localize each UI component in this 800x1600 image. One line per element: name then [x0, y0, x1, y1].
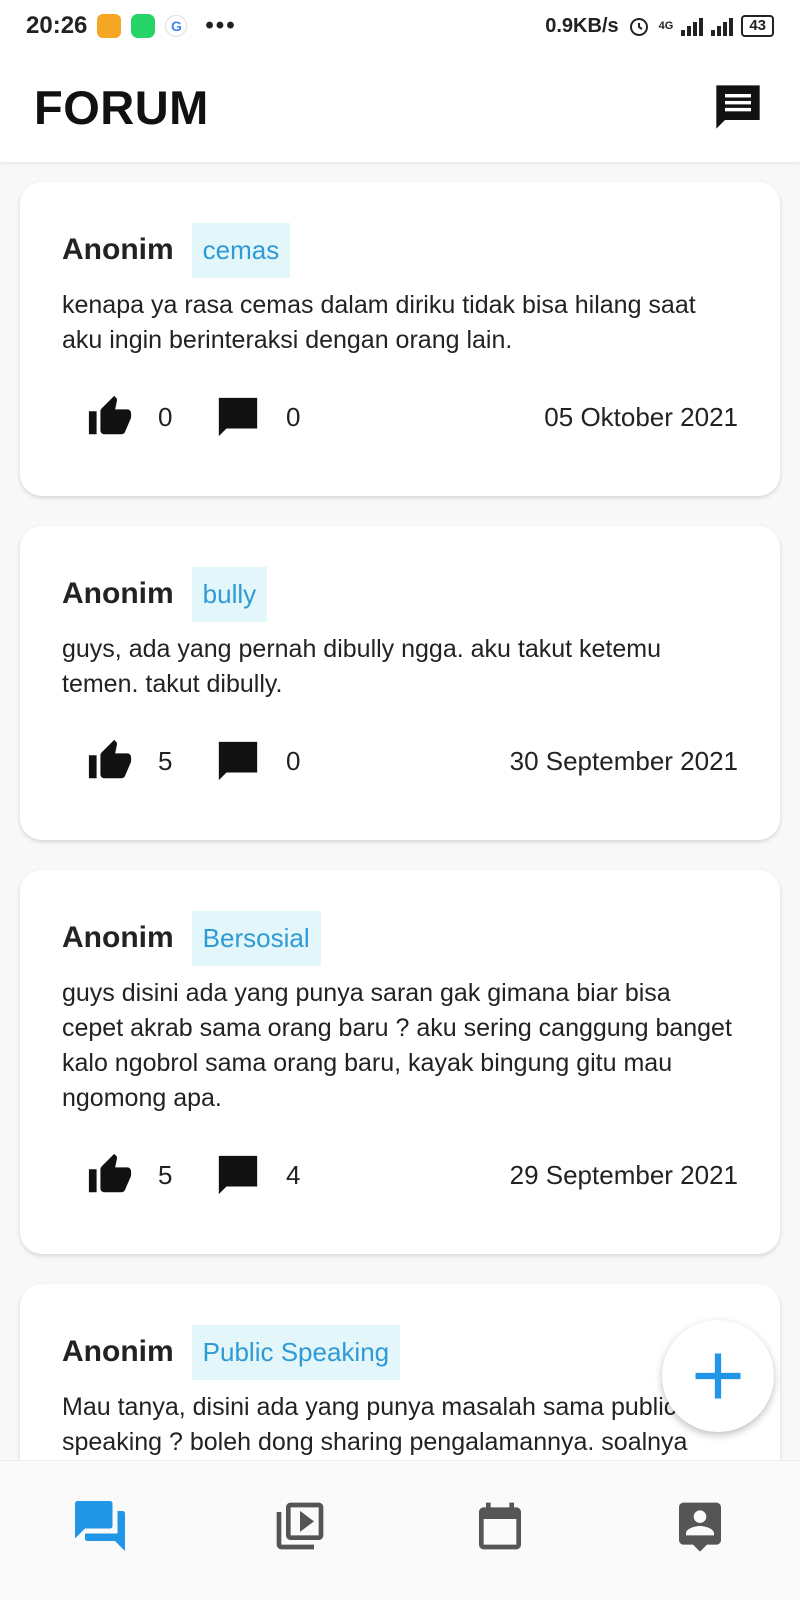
forum-icon	[75, 1500, 125, 1551]
post-feed[interactable]: Anonim cemas kenapa ya rasa cemas dalam …	[0, 162, 800, 1460]
post-body: kenapa ya rasa cemas dalam diriku tidak …	[62, 291, 696, 354]
nav-contact[interactable]	[655, 1481, 745, 1571]
bottom-navigation	[0, 1460, 800, 1600]
messages-notification-icon	[97, 14, 122, 38]
post-author: Anonim	[62, 1335, 174, 1368]
post-date: 30 September 2021	[509, 745, 738, 776]
comment-button[interactable]	[214, 737, 262, 785]
like-button[interactable]	[86, 393, 134, 441]
post-author: Anonim	[62, 233, 174, 266]
post-date: 05 Oktober 2021	[544, 401, 738, 432]
alarm-icon	[629, 18, 648, 36]
nav-videos[interactable]	[255, 1481, 345, 1571]
like-count: 5	[158, 1159, 173, 1190]
comment-icon	[218, 1155, 258, 1195]
like-button[interactable]	[86, 737, 134, 785]
post-body: guys, ada yang pernah dibully ngga. aku …	[62, 635, 662, 698]
post-date: 29 September 2021	[509, 1159, 738, 1190]
post-body: guys disini ada yang punya saran gak gim…	[62, 979, 732, 1112]
post-tag[interactable]: bully	[191, 566, 268, 622]
google-notification-icon: G	[165, 15, 188, 37]
comment-count: 0	[286, 745, 301, 776]
signal-icon-2	[711, 16, 734, 36]
add-post-button[interactable]	[662, 1320, 774, 1432]
nav-forum[interactable]	[55, 1481, 145, 1571]
thumbs-up-icon	[88, 395, 132, 435]
network-type: 4G	[658, 19, 674, 32]
status-time: 20:26	[26, 12, 88, 39]
post-body: Mau tanya, disini ada yang punya masalah…	[62, 1393, 688, 1456]
comment-icon	[218, 397, 258, 437]
like-button[interactable]	[86, 1151, 134, 1199]
whatsapp-notification-icon	[131, 14, 156, 38]
post-tag[interactable]: cemas	[191, 222, 291, 278]
network-speed: 0.9KB/s	[545, 14, 619, 37]
comment-count: 4	[286, 1159, 301, 1190]
post-card[interactable]: Anonim cemas kenapa ya rasa cemas dalam …	[20, 182, 780, 496]
post-tag[interactable]: Bersosial	[191, 910, 321, 966]
page-title: FORUM	[34, 80, 209, 134]
battery-icon: 43	[741, 15, 774, 37]
more-notifications-icon: •••	[205, 12, 237, 39]
like-count: 5	[158, 745, 173, 776]
comment-icon	[218, 741, 258, 781]
signal-icon	[681, 16, 704, 36]
post-tag[interactable]: Public Speaking	[191, 1324, 401, 1380]
like-count: 0	[158, 401, 173, 432]
thumbs-up-icon	[88, 739, 132, 779]
plus-icon	[695, 1353, 741, 1399]
comment-count: 0	[286, 401, 301, 432]
app-header: FORUM	[0, 52, 800, 162]
comment-button[interactable]	[214, 1151, 262, 1199]
post-card[interactable]: Anonim Bersosial guys disini ada yang pu…	[20, 870, 780, 1254]
contact-icon	[679, 1502, 721, 1552]
post-author: Anonim	[62, 577, 174, 610]
video-library-icon	[276, 1502, 324, 1549]
post-author: Anonim	[62, 921, 174, 954]
chat-button[interactable]	[710, 79, 766, 135]
status-bar: 20:26 G ••• 0.9KB/s 4G 43	[0, 0, 800, 52]
chat-icon	[716, 85, 760, 129]
thumbs-up-icon	[88, 1153, 132, 1193]
nav-calendar[interactable]	[455, 1481, 545, 1571]
calendar-icon	[479, 1502, 521, 1549]
post-card[interactable]: Anonim bully guys, ada yang pernah dibul…	[20, 526, 780, 840]
comment-button[interactable]	[214, 393, 262, 441]
